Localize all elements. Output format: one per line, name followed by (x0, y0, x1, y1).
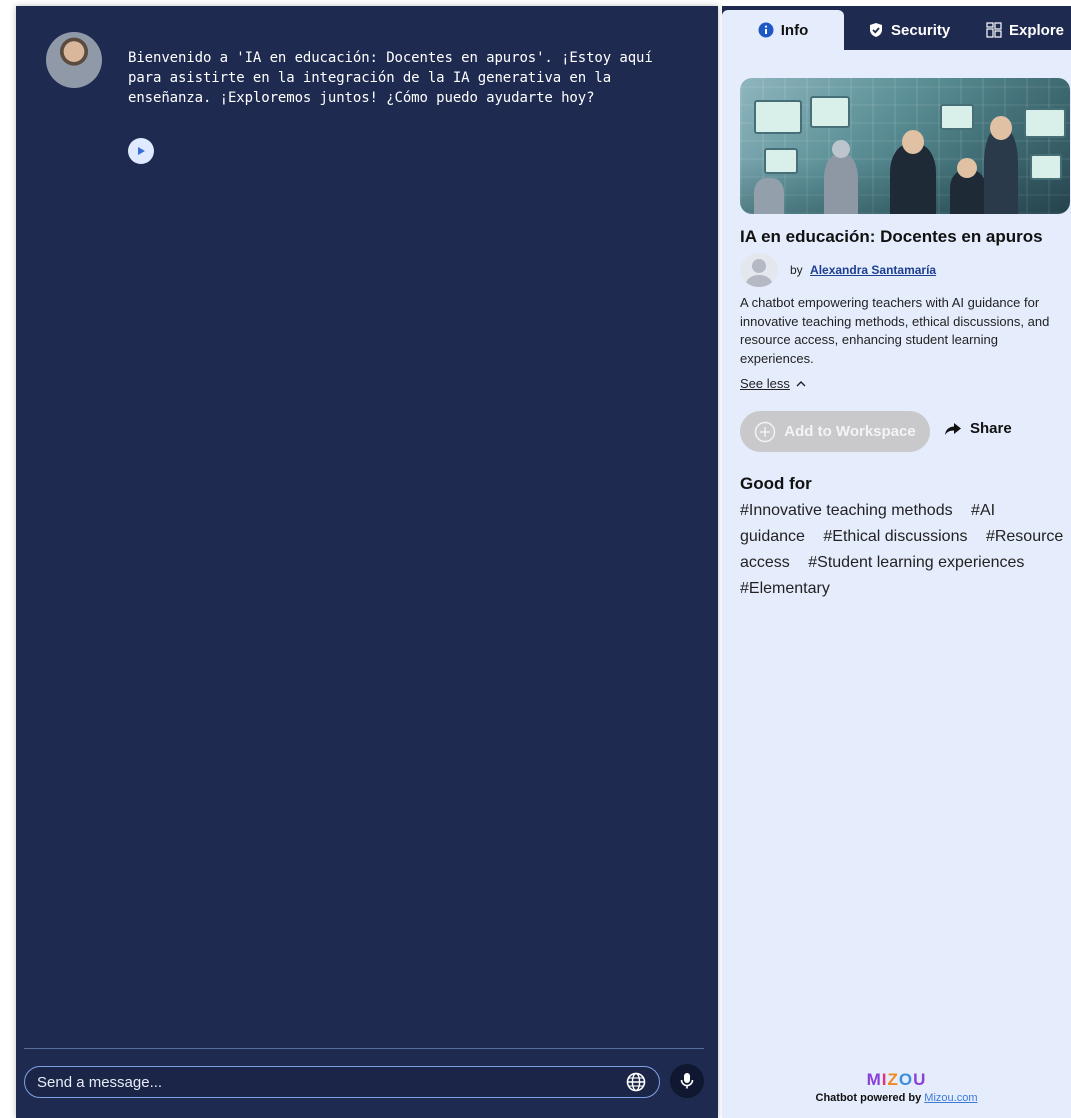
by-prefix: by (790, 263, 803, 277)
tab-security-label: Security (891, 21, 951, 39)
tag: #Ethical discussions (823, 528, 968, 545)
good-for-tags: #Innovative teaching methods #AI guidanc… (740, 498, 1064, 602)
bot-avatar (46, 32, 102, 88)
info-panel: Info Security Explore IA en educación: D… (722, 6, 1071, 1118)
share-button[interactable]: Share (944, 420, 1012, 437)
grid-icon (986, 22, 1002, 38)
tab-security[interactable]: Security (868, 10, 950, 50)
tab-info-label: Info (780, 21, 809, 39)
composer-divider (24, 1048, 704, 1049)
tab-explore-label: Explore (1009, 21, 1065, 39)
tag: #Elementary (740, 580, 830, 597)
language-button[interactable] (621, 1067, 651, 1097)
welcome-message: Bienvenido a 'IA en educación: Docentes … (128, 50, 653, 106)
chat-panel: Bienvenido a 'IA en educación: Docentes … (16, 6, 718, 1118)
message-input[interactable] (25, 1067, 621, 1097)
good-for-heading: Good for (740, 474, 812, 493)
share-arrow-icon (945, 422, 961, 435)
shield-check-icon (870, 23, 882, 37)
bot-description: A chatbot empowering teachers with AI gu… (740, 295, 1050, 366)
globe-icon (626, 1072, 646, 1092)
tab-info[interactable]: Info (722, 10, 844, 50)
tab-bar: Info Security Explore (722, 6, 1071, 50)
voice-input-button[interactable] (670, 1064, 704, 1098)
add-to-workspace-label: Add to Workspace (784, 423, 916, 440)
share-label: Share (970, 420, 1012, 437)
tag: #Innovative teaching methods (740, 502, 953, 519)
play-audio-button[interactable] (128, 138, 154, 164)
author-byline: by Alexandra Santamaría (790, 263, 936, 277)
microphone-icon (680, 1073, 694, 1089)
bot-cover-image (740, 78, 1070, 214)
author-row: by Alexandra Santamaría (740, 253, 936, 287)
powered-by-prefix: Chatbot powered by (815, 1092, 922, 1104)
plus-circle-icon (755, 421, 776, 442)
author-avatar (740, 253, 778, 287)
add-to-workspace-button[interactable]: Add to Workspace (740, 411, 930, 452)
info-circle-icon (758, 22, 774, 38)
bot-title: IA en educación: Docentes en apuros (740, 227, 1043, 246)
message-composer (24, 1066, 660, 1098)
chevron-up-icon (796, 380, 806, 386)
see-less-toggle[interactable]: See less (740, 376, 806, 391)
tab-explore[interactable]: Explore (986, 10, 1064, 50)
play-icon (138, 147, 145, 155)
mizou-logo: MIZOU (866, 1070, 927, 1089)
tag: #Student learning experiences (808, 554, 1025, 571)
mizou-link[interactable]: Mizou.com (924, 1092, 977, 1104)
powered-by: Chatbot powered by Mizou.com (722, 1092, 1071, 1104)
see-less-label: See less (740, 376, 790, 391)
author-link[interactable]: Alexandra Santamaría (810, 263, 936, 277)
